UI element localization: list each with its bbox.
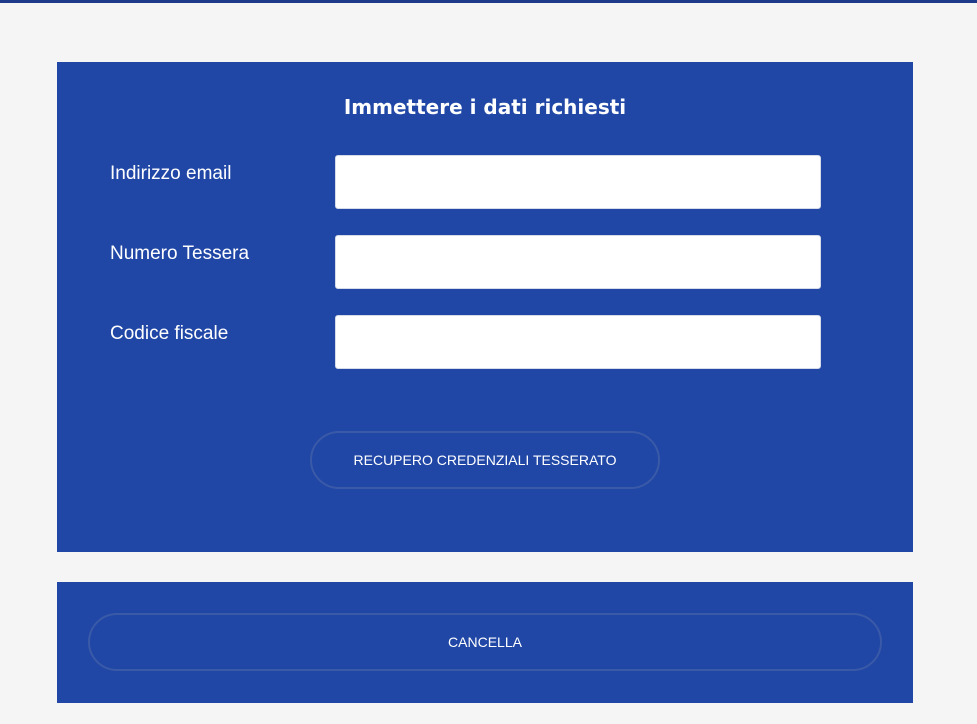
cancel-button[interactable]: CANCELLA	[88, 613, 882, 671]
email-field[interactable]	[335, 155, 821, 209]
credentials-recovery-form: Immettere i dati richiesti Indirizzo ema…	[57, 62, 913, 552]
top-bar	[0, 0, 977, 3]
card-number-label: Numero Tessera	[110, 243, 250, 264]
email-label: Indirizzo email	[110, 163, 232, 184]
recover-credentials-button[interactable]: RECUPERO CREDENZIALI TESSERATO	[310, 431, 660, 489]
tax-code-field[interactable]	[335, 315, 821, 369]
cancel-panel: CANCELLA	[57, 582, 913, 703]
form-title: Immettere i dati richiesti	[343, 95, 627, 119]
card-number-field[interactable]	[335, 235, 821, 289]
tax-code-label: Codice fiscale	[110, 323, 229, 344]
